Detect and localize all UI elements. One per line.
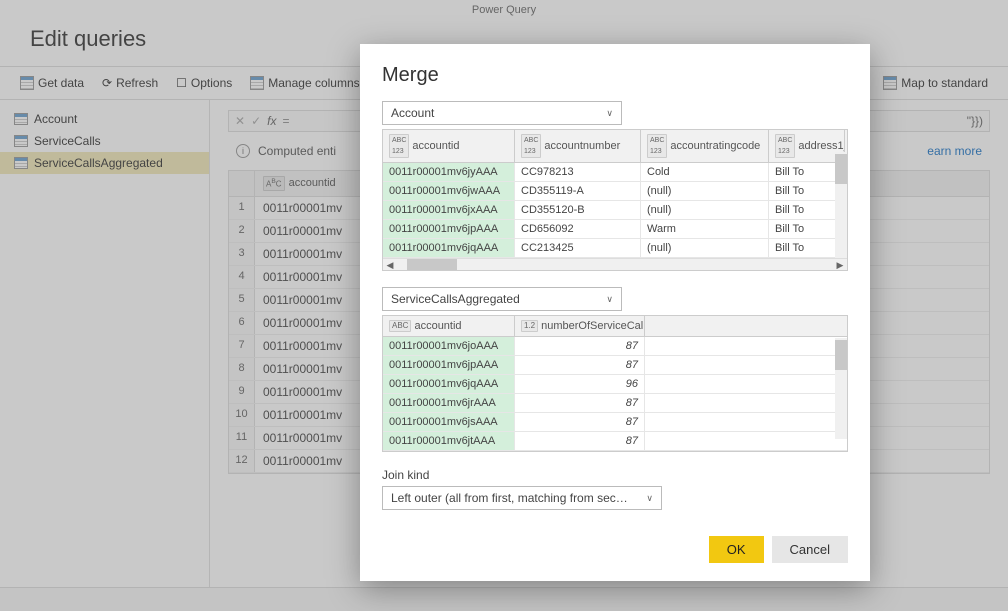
- table-row[interactable]: 0011r00001mv6jtAAA87: [383, 432, 847, 451]
- first-table-preview: ABC123 accountidABC123 accountnumberABC1…: [382, 129, 848, 271]
- chevron-down-icon: ∨: [606, 108, 613, 119]
- vertical-scrollbar[interactable]: [835, 338, 847, 439]
- column-header[interactable]: ABC123 accountid: [383, 130, 515, 162]
- ok-button[interactable]: OK: [709, 536, 764, 563]
- table-row[interactable]: 0011r00001mv6jqAAA96: [383, 375, 847, 394]
- column-header[interactable]: 1.2 numberOfServiceCalls: [515, 316, 645, 336]
- table-row[interactable]: 0011r00001mv6jxAAACD355120-B(null)Bill T…: [383, 201, 847, 220]
- column-header[interactable]: ABC accountid: [383, 316, 515, 336]
- join-kind-select[interactable]: Left outer (all from first, matching fro…: [382, 486, 662, 510]
- table-row[interactable]: 0011r00001mv6jsAAA87: [383, 413, 847, 432]
- table-row[interactable]: 0011r00001mv6jyAAACC978213ColdBill To: [383, 163, 847, 182]
- chevron-down-icon: ∨: [646, 493, 653, 504]
- second-table-select[interactable]: ServiceCallsAggregated ∨: [382, 287, 622, 311]
- table-row[interactable]: 0011r00001mv6joAAA87: [383, 337, 847, 356]
- column-header[interactable]: ABC123 accountnumber: [515, 130, 641, 162]
- chevron-down-icon: ∨: [606, 294, 613, 305]
- merge-dialog: Merge Account ∨ ABC123 accountidABC123 a…: [360, 44, 870, 581]
- column-header[interactable]: ABC123 accountratingcode: [641, 130, 769, 162]
- table-row[interactable]: 0011r00001mv6jrAAA87: [383, 394, 847, 413]
- vertical-scrollbar[interactable]: [835, 152, 847, 258]
- table-row[interactable]: 0011r00001mv6jqAAACC213425(null)Bill To: [383, 239, 847, 258]
- cancel-button[interactable]: Cancel: [772, 536, 848, 563]
- join-kind-label: Join kind: [382, 468, 848, 482]
- first-table-select[interactable]: Account ∨: [382, 101, 622, 125]
- horizontal-scrollbar[interactable]: ◀▶: [383, 258, 847, 270]
- column-header[interactable]: ABC123 address1_addr: [769, 130, 845, 162]
- table-row[interactable]: 0011r00001mv6jwAAACD355119-A(null)Bill T…: [383, 182, 847, 201]
- table-row[interactable]: 0011r00001mv6jpAAA87: [383, 356, 847, 375]
- dialog-title: Merge: [382, 64, 848, 87]
- second-table-preview: ABC accountid1.2 numberOfServiceCalls 00…: [382, 315, 848, 452]
- table-row[interactable]: 0011r00001mv6jpAAACD656092WarmBill To: [383, 220, 847, 239]
